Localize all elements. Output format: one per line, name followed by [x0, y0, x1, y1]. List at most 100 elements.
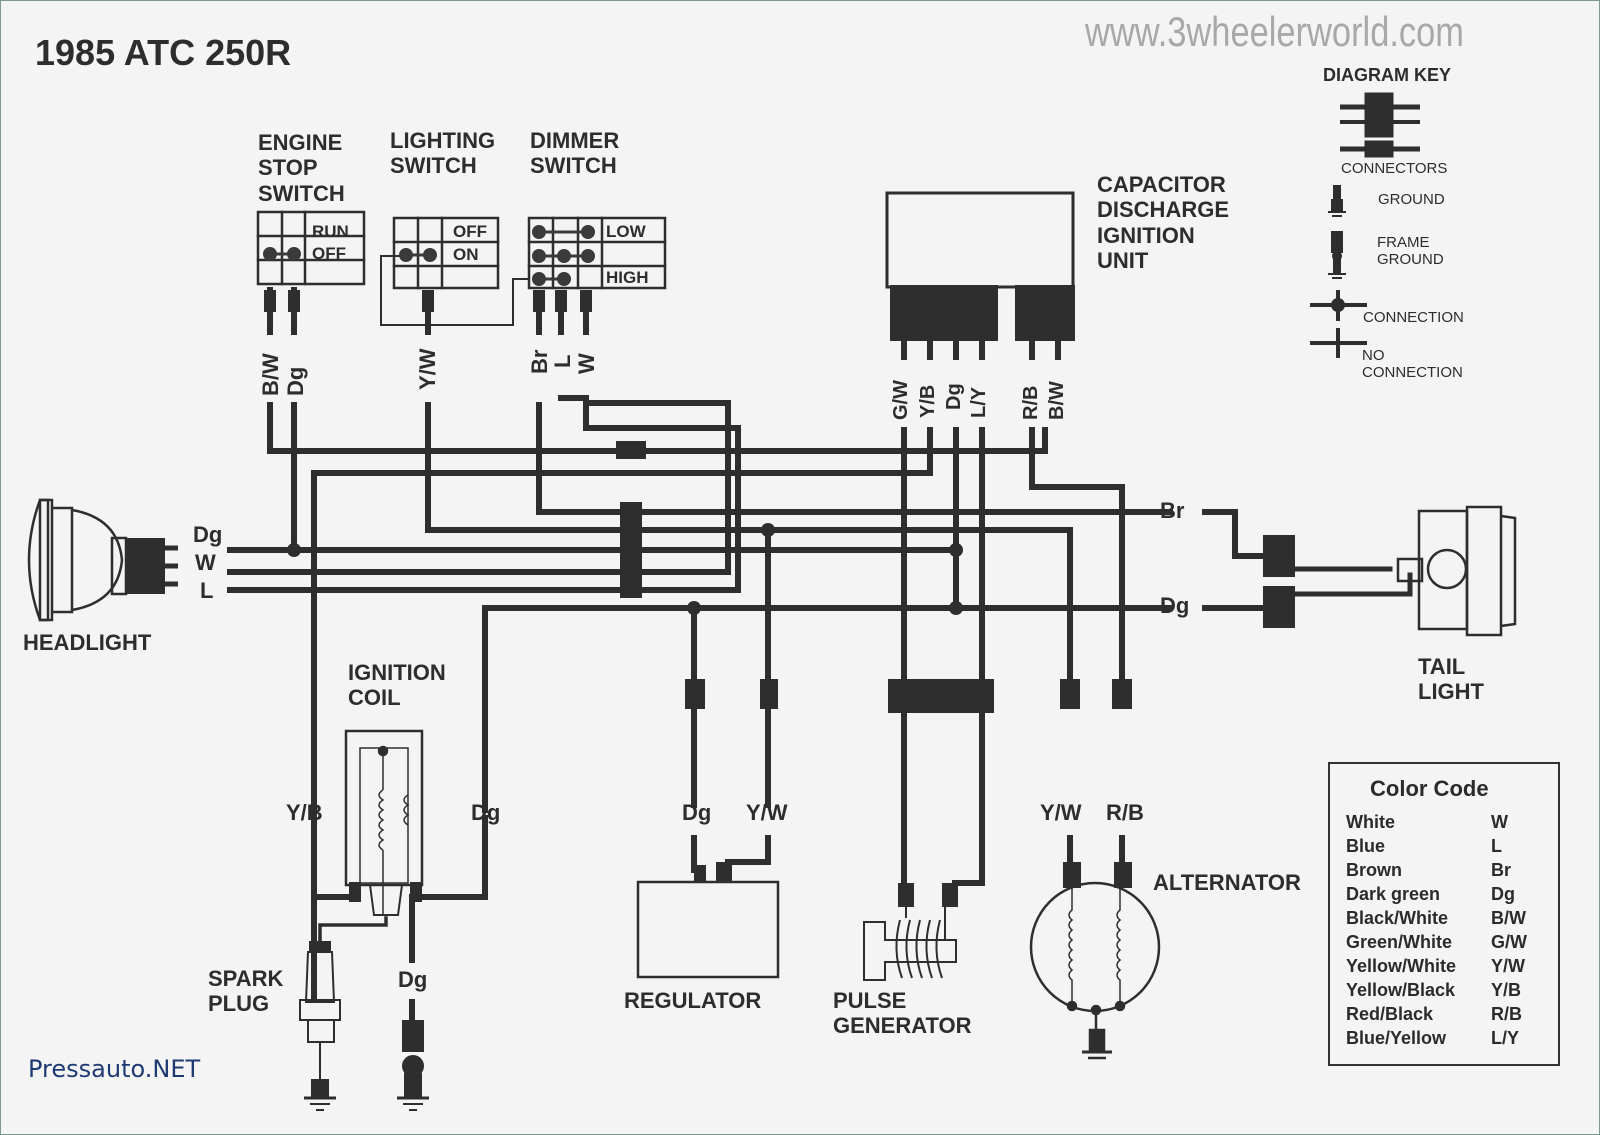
wire-label-rb-cdi: R/B — [1020, 385, 1042, 420]
wire-rb — [1029, 427, 1125, 693]
wire-label-l-headlight: L — [200, 578, 214, 603]
wire-coil-plug — [318, 916, 388, 944]
dimmer-low: LOW — [606, 222, 646, 241]
engine-stop-run: RUN — [312, 222, 349, 241]
wire-label-w-dimmer: W — [574, 353, 599, 374]
wire-label-bw-cdi: B/W — [1046, 381, 1068, 420]
pulse-generator-icon — [863, 907, 957, 981]
color-name: Green/White — [1346, 932, 1453, 952]
color-name: White — [1346, 812, 1395, 832]
color-abbr: L/Y — [1491, 1028, 1520, 1048]
color-name: Brown — [1346, 860, 1402, 880]
key-connectors-icon — [1340, 92, 1420, 158]
wire-label-yb-coil: Y/B — [286, 800, 323, 825]
key-connectors-label: CONNECTORS — [1341, 160, 1448, 177]
frame-ground-icon — [397, 1055, 429, 1111]
wire-label-w-headlight: W — [195, 550, 216, 575]
color-name: Yellow/White — [1346, 956, 1457, 976]
headlight-label: HEADLIGHT — [23, 630, 152, 655]
regulator-label: REGULATOR — [624, 988, 762, 1013]
color-code-row: Yellow/Black Y/B — [1346, 980, 1546, 1001]
watermark-url[interactable]: www.3wheelerworld.com — [1085, 8, 1464, 56]
color-abbr: L — [1491, 836, 1502, 856]
color-abbr: W — [1491, 812, 1508, 832]
color-code-row: Red/Black R/B — [1346, 1004, 1546, 1025]
color-code-row: Blue L — [1346, 836, 1546, 857]
wire-label-yw-regulator: Y/W — [746, 800, 788, 825]
color-abbr: B/W — [1491, 908, 1526, 928]
color-code-row: White W — [1346, 812, 1546, 833]
footer-credit[interactable]: Pressauto.NET — [28, 1055, 200, 1083]
wire-label-yw-light: Y/W — [415, 348, 440, 390]
pulse-generator-label: PULSE GENERATOR — [833, 988, 972, 1039]
wire-label-br-tail: Br — [1160, 498, 1185, 523]
color-abbr: R/B — [1491, 1004, 1522, 1024]
color-name: Dark green — [1346, 884, 1441, 904]
key-frame-ground-icon — [1328, 231, 1346, 279]
wire-label-dg-headlight: Dg — [193, 522, 223, 547]
key-ground-icon — [1328, 185, 1346, 217]
key-no-connection-label: NO CONNECTION — [1362, 347, 1463, 382]
wire-label-dg-stop: Dg — [283, 366, 308, 396]
color-abbr: G/W — [1491, 932, 1527, 952]
color-code-table: Color Code White W Blue L Brown Br Dark gre… — [1328, 762, 1560, 1066]
wire-label-dg-regulator: Dg — [682, 800, 712, 825]
cdi-pins — [901, 340, 1061, 360]
ignition-coil-label: IGNITION COIL — [348, 660, 446, 711]
wire-label-l-dimmer: L — [550, 354, 575, 368]
wire-label-dg-ground: Dg — [398, 967, 428, 992]
lighting-off: OFF — [453, 222, 487, 241]
wire-l-dimmer — [227, 395, 741, 593]
wire-label-yb-cdi: Y/B — [917, 384, 939, 418]
wire-label-bw-stop: B/W — [258, 353, 283, 396]
wire-label-ly: L/Y — [968, 386, 990, 418]
color-code-title: Color Code — [1370, 776, 1489, 801]
tail-light-label: TAIL LIGHT — [1418, 654, 1484, 705]
spark-plug-label: SPARK PLUG — [208, 966, 284, 1017]
wire-dg-coil — [415, 815, 488, 900]
wire-label-rb-alternator: R/B — [1106, 800, 1144, 825]
wire-label-dg-tail: Dg — [1160, 593, 1190, 618]
dimmer-high: HIGH — [606, 268, 649, 287]
color-code-row: Yellow/White Y/W — [1346, 956, 1546, 977]
color-abbr: Y/B — [1491, 980, 1522, 1000]
color-name: Black/White — [1346, 908, 1449, 928]
color-code-row: Green/White G/W — [1346, 932, 1546, 953]
wire-label-yw-alternator: Y/W — [1040, 800, 1082, 825]
engine-stop-off: OFF — [312, 244, 346, 263]
wire-label-gw: G/W — [890, 380, 912, 420]
cdi-unit-box — [885, 191, 1075, 289]
color-name: Blue — [1346, 836, 1386, 856]
regulator-box — [636, 880, 780, 979]
color-code-row: Blue/Yellow L/Y — [1346, 1028, 1546, 1049]
lighting-on: ON — [453, 245, 479, 264]
tail-light-icon — [1396, 505, 1517, 637]
key-connection-label: CONNECTION — [1363, 309, 1464, 326]
diagram-title: 1985 ATC 250R — [35, 32, 292, 73]
diagram-key-title: DIAGRAM KEY — [1323, 65, 1452, 85]
color-name: Blue/Yellow — [1346, 1028, 1447, 1048]
color-abbr: Y/W — [1491, 956, 1525, 976]
key-frame-ground-label: FRAME GROUND — [1377, 234, 1444, 269]
key-connection-icon — [1310, 290, 1367, 321]
color-code-row: Dark green Dg — [1346, 884, 1546, 905]
wire-yw-reg-low — [725, 835, 771, 865]
key-ground-label: GROUND — [1378, 191, 1445, 208]
key-no-connection-icon — [1310, 328, 1367, 358]
color-name: Red/Black — [1346, 1004, 1434, 1024]
cdi-unit-label: CAPACITOR DISCHARGE IGNITION UNIT — [1097, 172, 1230, 273]
color-abbr: Dg — [1491, 884, 1515, 904]
wire-label-br-dimmer: Br — [527, 349, 552, 374]
lighting-switch-label: LIGHTING SWITCH — [390, 128, 496, 179]
wire-label-dg-coil: Dg — [471, 800, 501, 825]
color-name: Yellow/Black — [1346, 980, 1456, 1000]
color-code-row: Black/White B/W — [1346, 908, 1546, 929]
wire-label-dg-cdi: Dg — [943, 383, 965, 410]
color-code-row: Brown Br — [1346, 860, 1546, 881]
wire-ly — [952, 427, 985, 886]
wire-tail-to-lamp-2 — [1289, 572, 1413, 597]
dimmer-switch-label: DIMMER SWITCH — [530, 128, 620, 179]
alternator-icon — [1029, 881, 1161, 1060]
color-abbr: Br — [1491, 860, 1512, 880]
engine-stop-switch-label: ENGINE STOP SWITCH — [258, 130, 345, 206]
